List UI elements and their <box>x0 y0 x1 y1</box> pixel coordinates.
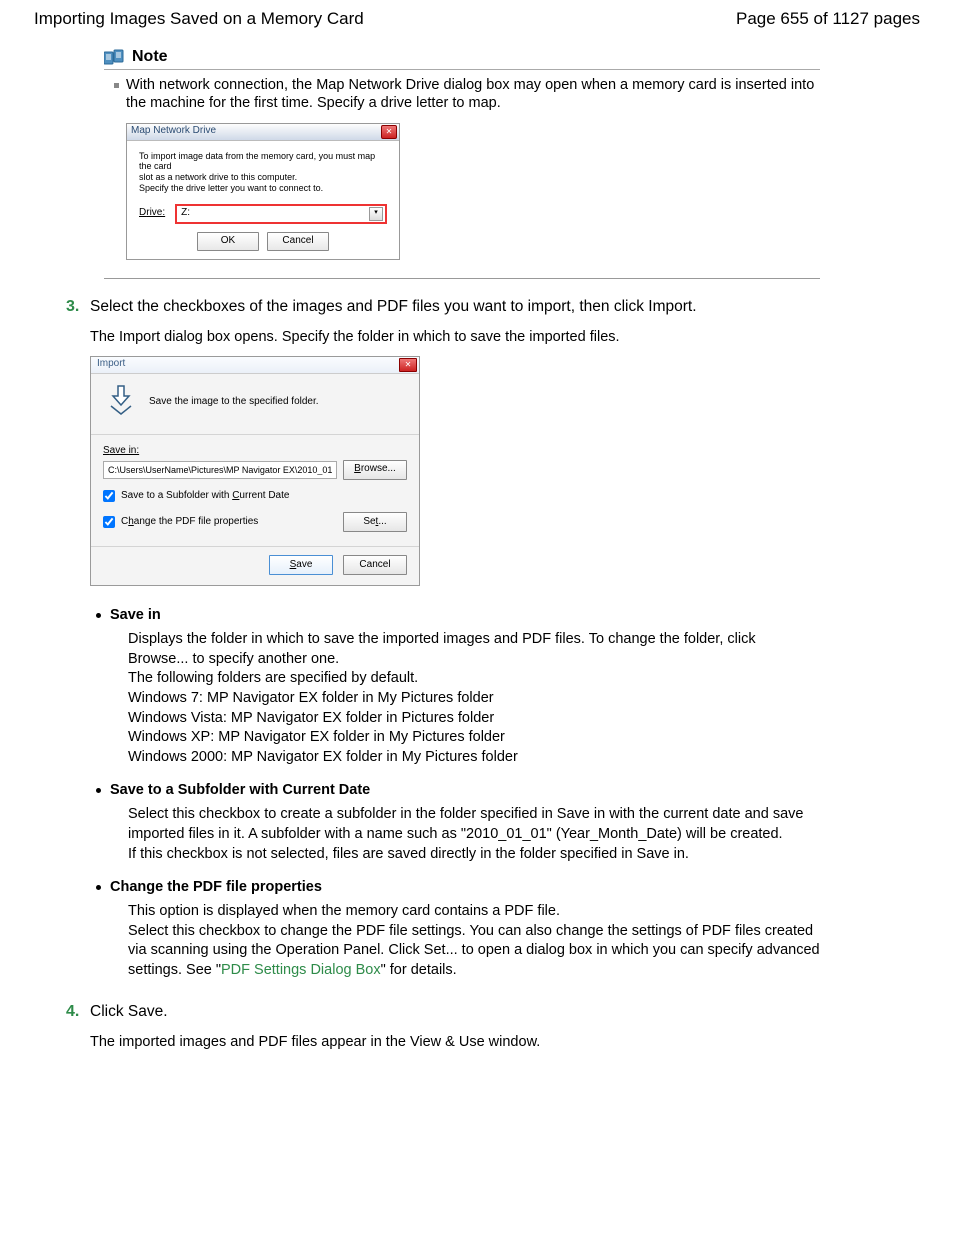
bullet-title: Save to a Subfolder with Current Date <box>110 781 820 799</box>
dialog-body-line: slot as a network drive to this computer… <box>139 172 387 183</box>
cancel-button[interactable]: Cancel <box>267 232 329 251</box>
bullet-text: Windows Vista: MP Navigator EX folder in… <box>128 709 820 729</box>
bullet-text: Windows 7: MP Navigator EX folder in My … <box>128 689 820 709</box>
drive-select[interactable]: Z: ▾ <box>175 204 387 224</box>
close-icon[interactable]: ✕ <box>381 125 397 139</box>
dialog-body-line: Specify the drive letter you want to con… <box>139 183 387 194</box>
save-in-path-input[interactable] <box>103 461 337 479</box>
divider <box>104 278 820 279</box>
step-number: 4. <box>66 1002 79 1022</box>
save-button[interactable]: Save <box>269 555 333 575</box>
cancel-button[interactable]: Cancel <box>343 555 407 575</box>
save-subfolder-checkbox[interactable] <box>103 490 115 502</box>
browse-button[interactable]: Browse... <box>343 460 407 480</box>
note-icon <box>104 49 126 65</box>
note-box: Note With network connection, the Map Ne… <box>104 47 820 278</box>
save-subfolder-label: Save to a Subfolder with Current Date <box>121 490 289 503</box>
dialog-subtitle: Save the image to the specified folder. <box>149 396 319 409</box>
dialog-body-line: To import image data from the memory car… <box>139 151 387 173</box>
drive-label: Drive: <box>139 207 165 220</box>
step-body: The Import dialog box opens. Specify the… <box>90 328 820 346</box>
pdf-settings-link[interactable]: PDF Settings Dialog Box <box>221 962 381 978</box>
map-network-drive-dialog: Map Network Drive ✕ To import image data… <box>126 123 400 260</box>
bullet-text: This option is displayed when the memory… <box>128 902 820 922</box>
step-title: Click Save. <box>90 1002 820 1023</box>
page-title: Importing Images Saved on a Memory Card <box>34 8 364 29</box>
bullet-save-subfolder: Save to a Subfolder with Current Date Se… <box>110 781 820 864</box>
ok-button[interactable]: OK <box>197 232 259 251</box>
bullet-title: Change the PDF file properties <box>110 878 820 896</box>
note-text: With network connection, the Map Network… <box>126 76 820 112</box>
bullet-text: Displays the folder in which to save the… <box>128 630 820 669</box>
bullet-title: Save in <box>110 606 820 624</box>
chevron-down-icon[interactable]: ▾ <box>369 207 383 221</box>
bullet-change-pdf: Change the PDF file properties This opti… <box>110 878 820 980</box>
save-in-label: Save in: <box>103 445 407 458</box>
close-icon[interactable]: ✕ <box>399 358 417 372</box>
note-label: Note <box>132 47 168 67</box>
change-pdf-label: Change the PDF file properties <box>121 516 258 529</box>
save-down-icon <box>107 384 135 421</box>
change-pdf-checkbox[interactable] <box>103 516 115 528</box>
bullet-text: The following folders are specified by d… <box>128 669 820 689</box>
bullet-text: Select this checkbox to change the PDF f… <box>128 922 820 981</box>
bullet-text: If this checkbox is not selected, files … <box>128 845 820 865</box>
drive-value: Z: <box>181 207 190 220</box>
step-number: 3. <box>66 297 79 317</box>
page-counter: Page 655 of 1127 pages <box>736 8 920 29</box>
bullet-text: Windows XP: MP Navigator EX folder in My… <box>128 728 820 748</box>
step-body: The imported images and PDF files appear… <box>90 1033 820 1051</box>
bullet-text: Windows 2000: MP Navigator EX folder in … <box>128 748 820 768</box>
import-dialog: Import ✕ Save the image to the specified… <box>90 356 420 587</box>
dialog-title: Map Network Drive <box>131 125 216 138</box>
step-4: 4. Click Save. The imported images and P… <box>90 1002 820 1051</box>
set-button[interactable]: Set... <box>343 512 407 532</box>
dialog-title: Import <box>97 358 125 371</box>
step-title: Select the checkboxes of the images and … <box>90 297 820 318</box>
step-3: 3. Select the checkboxes of the images a… <box>90 297 820 981</box>
bullet-text: Select this checkbox to create a subfold… <box>128 805 820 844</box>
bullet-save-in: Save in Displays the folder in which to … <box>110 606 820 767</box>
